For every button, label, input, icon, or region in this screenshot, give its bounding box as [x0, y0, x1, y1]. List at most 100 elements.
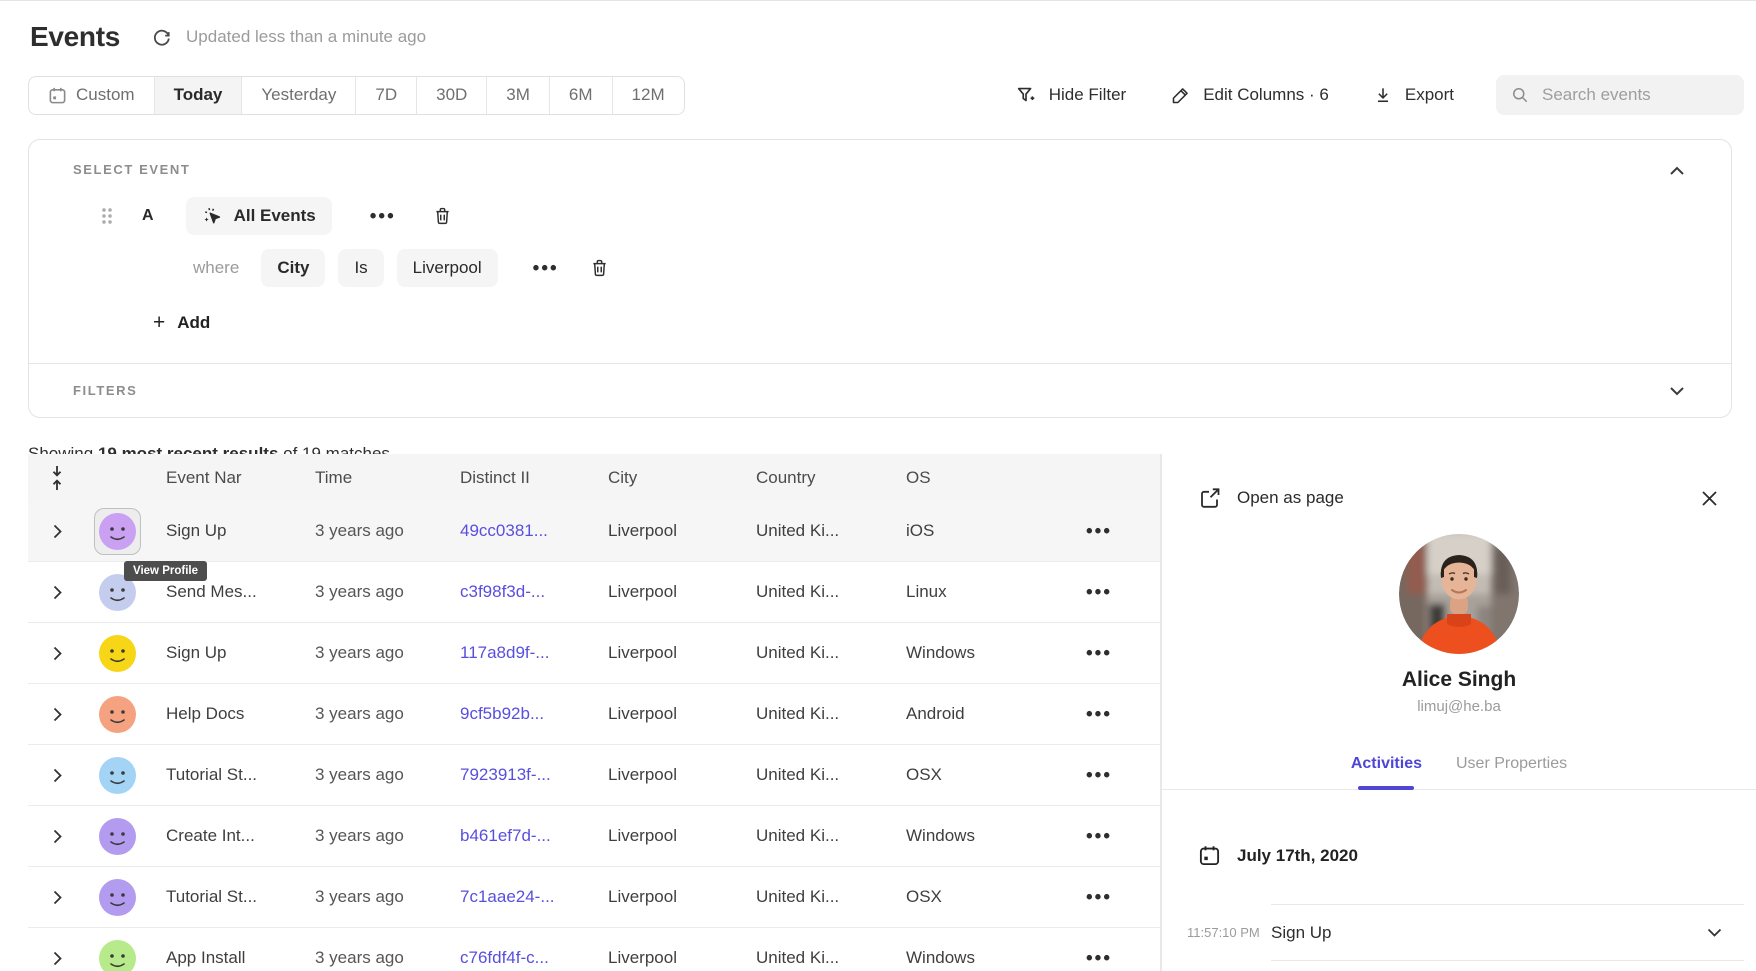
- tab-label: Today: [174, 85, 223, 105]
- collapse-all-button[interactable]: [28, 465, 86, 491]
- chevron-right-icon: [53, 646, 62, 661]
- cell-city: Liverpool: [590, 765, 738, 785]
- expand-filters-button[interactable]: [1669, 386, 1685, 396]
- row-more-button[interactable]: •••: [1086, 827, 1112, 846]
- profile-name: Alice Singh: [1162, 668, 1756, 692]
- collapse-section-button[interactable]: [1669, 166, 1685, 176]
- activity-row: 11:57:10 PM Sign Up: [1187, 904, 1756, 961]
- header-city[interactable]: City: [590, 468, 738, 488]
- expand-row-button[interactable]: [28, 951, 86, 966]
- drag-handle[interactable]: [101, 207, 112, 225]
- search-input[interactable]: Search events: [1496, 75, 1744, 115]
- where-delete-button[interactable]: [589, 257, 610, 279]
- tab-yesterday[interactable]: Yesterday: [242, 77, 356, 114]
- row-more-button[interactable]: •••: [1086, 583, 1112, 602]
- event-selector-button[interactable]: All Events: [186, 197, 332, 235]
- user-avatar[interactable]: [99, 757, 136, 794]
- header-event-name[interactable]: Event Nar: [148, 468, 297, 488]
- property-selector-button[interactable]: City: [261, 249, 325, 287]
- cell-time: 3 years ago: [297, 948, 442, 968]
- tab-activities[interactable]: Activities: [1351, 755, 1422, 773]
- avatar-cell: [86, 508, 148, 555]
- tab-today[interactable]: Today: [155, 77, 243, 114]
- table-row[interactable]: View Profile Send Mes... 3 years ago c3f…: [28, 562, 1160, 623]
- user-avatar[interactable]: [99, 635, 136, 672]
- tab-label: 7D: [375, 85, 397, 105]
- user-avatar[interactable]: [99, 696, 136, 733]
- operator-selector-button[interactable]: Is: [338, 249, 383, 287]
- header-time[interactable]: Time: [297, 468, 442, 488]
- row-more-button[interactable]: •••: [1086, 644, 1112, 663]
- refresh-button[interactable]: [152, 27, 172, 47]
- table-row[interactable]: Create Int... 3 years ago b461ef7d-... L…: [28, 806, 1160, 867]
- add-event-button[interactable]: + Add: [153, 311, 1687, 335]
- row-actions: •••: [1038, 827, 1160, 846]
- expand-row-button[interactable]: [28, 646, 86, 661]
- close-panel-button[interactable]: [1701, 490, 1718, 507]
- expand-row-button[interactable]: [28, 585, 86, 600]
- chevron-down-icon: [1669, 386, 1685, 396]
- table-body: Sign Up 3 years ago 49cc0381... Liverpoo…: [28, 501, 1160, 971]
- open-as-page-button[interactable]: Open as page: [1198, 486, 1344, 510]
- cell-distinct-id[interactable]: 7923913f-...: [442, 765, 590, 785]
- cell-distinct-id[interactable]: 9cf5b92b...: [442, 704, 590, 724]
- expand-row-button[interactable]: [28, 890, 86, 905]
- filters-section[interactable]: FILTERS: [29, 363, 1731, 417]
- external-link-icon: [1198, 486, 1222, 510]
- magic-cursor-icon: [202, 205, 224, 227]
- tab-user-properties[interactable]: User Properties: [1456, 755, 1567, 773]
- user-avatar[interactable]: [99, 818, 136, 855]
- value-selector-button[interactable]: Liverpool: [397, 249, 498, 287]
- trash-icon: [589, 257, 610, 279]
- event-more-button[interactable]: •••: [370, 207, 396, 226]
- table-row[interactable]: Sign Up 3 years ago 49cc0381... Liverpoo…: [28, 501, 1160, 562]
- hide-filter-label: Hide Filter: [1049, 85, 1126, 105]
- cell-os: Android: [888, 704, 1038, 724]
- table-row[interactable]: Tutorial St... 3 years ago 7c1aae24-... …: [28, 867, 1160, 928]
- table-row[interactable]: Sign Up 3 years ago 117a8d9f-... Liverpo…: [28, 623, 1160, 684]
- cell-distinct-id[interactable]: 7c1aae24-...: [442, 887, 590, 907]
- expand-row-button[interactable]: [28, 524, 86, 539]
- where-more-button[interactable]: •••: [533, 259, 559, 278]
- user-avatar[interactable]: [99, 879, 136, 916]
- tab-30d[interactable]: 30D: [417, 77, 487, 114]
- table-row[interactable]: Tutorial St... 3 years ago 7923913f-... …: [28, 745, 1160, 806]
- event-delete-button[interactable]: [432, 205, 453, 227]
- cell-country: United Ki...: [738, 948, 888, 968]
- cell-event-name: Sign Up: [148, 521, 297, 541]
- header-country[interactable]: Country: [738, 468, 888, 488]
- cell-distinct-id[interactable]: b461ef7d-...: [442, 826, 590, 846]
- row-more-button[interactable]: •••: [1086, 949, 1112, 968]
- tab-3m[interactable]: 3M: [487, 77, 550, 114]
- filters-label: FILTERS: [73, 383, 137, 398]
- expand-row-button[interactable]: [28, 707, 86, 722]
- row-actions: •••: [1038, 766, 1160, 785]
- profile-email: limuj@he.ba: [1162, 698, 1756, 715]
- user-avatar[interactable]: [99, 513, 136, 550]
- table-row[interactable]: App Install 3 years ago c76fdf4f-c... Li…: [28, 928, 1160, 971]
- cell-distinct-id[interactable]: c76fdf4f-c...: [442, 948, 590, 968]
- cell-distinct-id[interactable]: 49cc0381...: [442, 521, 590, 541]
- cell-distinct-id[interactable]: c3f98f3d-...: [442, 582, 590, 602]
- row-more-button[interactable]: •••: [1086, 522, 1112, 541]
- expand-row-button[interactable]: [28, 768, 86, 783]
- expand-row-button[interactable]: [28, 829, 86, 844]
- edit-columns-button[interactable]: Edit Columns · 6: [1170, 85, 1329, 106]
- activity-item[interactable]: Sign Up: [1271, 904, 1744, 961]
- tab-7d[interactable]: 7D: [356, 77, 417, 114]
- table-row[interactable]: Help Docs 3 years ago 9cf5b92b... Liverp…: [28, 684, 1160, 745]
- tab-12m[interactable]: 12M: [613, 77, 684, 114]
- row-more-button[interactable]: •••: [1086, 766, 1112, 785]
- row-more-button[interactable]: •••: [1086, 705, 1112, 724]
- cell-distinct-id[interactable]: 117a8d9f-...: [442, 643, 590, 663]
- hide-filter-button[interactable]: Hide Filter: [1015, 84, 1126, 106]
- cell-country: United Ki...: [738, 704, 888, 724]
- user-avatar[interactable]: [99, 940, 136, 971]
- row-more-button[interactable]: •••: [1086, 888, 1112, 907]
- export-button[interactable]: Export: [1373, 85, 1454, 105]
- header-distinct-id[interactable]: Distinct II: [442, 468, 590, 488]
- tab-custom[interactable]: Custom: [29, 77, 155, 114]
- header-os[interactable]: OS: [888, 468, 1038, 488]
- tab-6m[interactable]: 6M: [550, 77, 613, 114]
- main-content: Event Nar Time Distinct II City Country …: [0, 454, 1756, 971]
